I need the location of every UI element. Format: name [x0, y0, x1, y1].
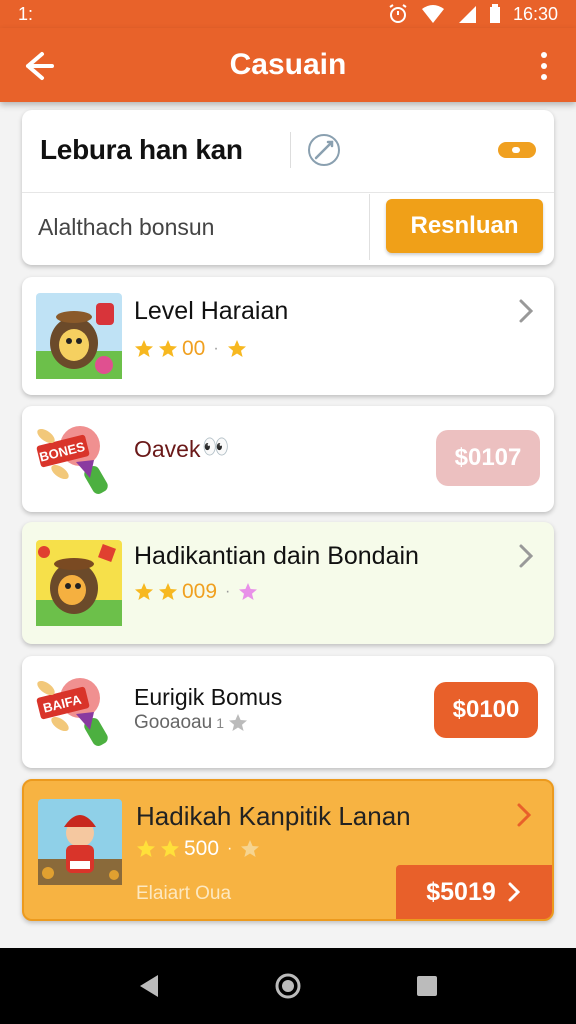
candy-bonus-banner-icon: BAIFA — [36, 678, 108, 746]
subtitle-text: Gooaoau — [134, 712, 213, 733]
owl-game-thumbnail-icon — [36, 293, 122, 379]
back-arrow-icon[interactable] — [18, 46, 58, 86]
page-title: Casuain — [229, 48, 347, 81]
system-nav-bar — [0, 948, 576, 1024]
item-subtitle: Elaiart Oua — [136, 883, 232, 904]
more-vert-icon[interactable] — [526, 48, 562, 84]
star-icon — [227, 340, 246, 357]
chevron-right-icon[interactable] — [514, 801, 534, 829]
list-item[interactable]: BAIFA Eurigik Bomus Gooaoau 1 $0100 — [22, 656, 554, 768]
search-card: Lebura han kan Resnluan — [22, 110, 554, 265]
owl-level-thumbnail-icon — [36, 540, 122, 626]
rating-text: 009 — [182, 580, 218, 603]
signal-icon — [458, 6, 476, 23]
list-item[interactable]: Hadikantian dain Bondain 009 · — [22, 522, 554, 644]
nav-back-button[interactable] — [129, 966, 169, 1006]
price-button[interactable]: $0107 — [436, 430, 540, 486]
price-button[interactable]: $0100 — [434, 682, 538, 738]
item-subtitle: Gooaoau 1 — [134, 712, 248, 734]
chevron-right-icon[interactable] — [516, 297, 536, 325]
square-recents-icon — [416, 976, 437, 996]
list-item[interactable]: Level Haraian 00 · — [22, 277, 554, 395]
toggle-switch[interactable] — [498, 142, 536, 158]
separator-dot: · — [225, 583, 231, 600]
status-time-left: 1: — [18, 3, 34, 24]
item-title: Oavek — [134, 436, 201, 462]
star-icon — [159, 583, 177, 600]
separator-dot: · — [213, 340, 219, 357]
item-title: Hadikantian dain Bondain — [134, 542, 419, 570]
item-rating: 00 · — [134, 337, 247, 361]
star-icon — [239, 583, 258, 600]
status-time: 16:30 — [512, 3, 558, 24]
nav-home-button[interactable] — [268, 966, 308, 1006]
list-item-featured[interactable]: Hadikah Kanpitik Lanan 500 · Elaiart Oua… — [22, 779, 554, 921]
rating-text: 500 — [184, 837, 220, 860]
price-label: $5019 — [426, 877, 496, 906]
item-rating: 500 · — [136, 837, 260, 861]
price-button[interactable]: $5019 — [396, 865, 552, 919]
search-input[interactable] — [22, 194, 370, 260]
chevron-right-icon — [508, 882, 520, 902]
star-icon — [135, 583, 153, 600]
item-title: Eurigik Bomus — [134, 684, 283, 710]
eyes-emoji: 👀 — [202, 434, 230, 459]
status-icons: 16:30 — [387, 3, 558, 25]
subtitle-suffix: 1 — [216, 715, 224, 731]
separator-dot: · — [227, 840, 233, 857]
item-rating: 009 · — [134, 580, 258, 604]
app-bar: Casuain — [0, 28, 576, 102]
star-icon — [241, 840, 260, 857]
star-icon — [228, 714, 247, 731]
edit-pencil-icon[interactable] — [304, 130, 344, 170]
search-title: Lebura han kan — [40, 134, 243, 165]
item-title: Hadikah Kanpitik Lanan — [136, 801, 411, 831]
wifi-icon — [421, 5, 444, 23]
rating-text: 00 — [182, 337, 206, 360]
divider — [290, 132, 291, 168]
item-title: Level Haraian — [134, 297, 289, 325]
status-bar: 1: 16:30 — [0, 0, 576, 28]
star-icon — [159, 340, 177, 357]
search-button[interactable]: Resnluan — [386, 199, 543, 253]
star-icon — [135, 340, 153, 357]
circle-home-icon — [275, 973, 301, 999]
battery-icon — [489, 4, 500, 23]
alarm-icon — [389, 4, 407, 23]
chevron-right-icon[interactable] — [516, 542, 536, 570]
star-icon — [137, 840, 155, 857]
star-icon — [161, 840, 179, 857]
character-thumbnail-icon — [38, 799, 122, 885]
divider — [22, 192, 554, 193]
nav-recents-button[interactable] — [407, 966, 447, 1006]
candy-bonus-banner-icon: BONES — [36, 426, 108, 494]
list-item[interactable]: BONES Oavek 👀 $0107 — [22, 406, 554, 512]
triangle-back-icon — [140, 975, 159, 997]
